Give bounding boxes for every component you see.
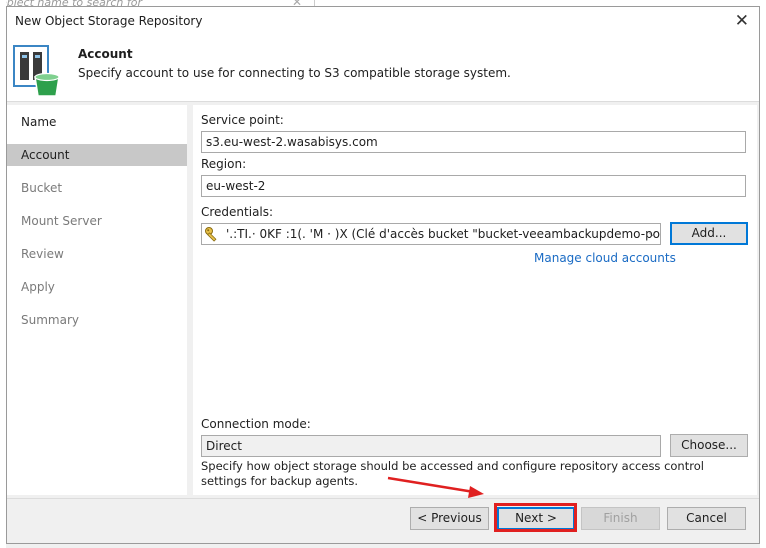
manage-cloud-accounts-link[interactable]: Manage cloud accounts — [534, 251, 676, 265]
credentials-dropdown[interactable]: '.:TI.· 0KF :1(. 'M · )X (Clé d'accès bu… — [201, 223, 661, 245]
connection-mode-description: Specify how object storage should be acc… — [201, 459, 704, 488]
connection-mode-input: Direct — [201, 435, 661, 457]
key-icon — [205, 227, 217, 242]
wizard-steps-nav: Name Account Bucket Mount Server Review … — [7, 105, 187, 495]
close-icon[interactable]: ✕ — [735, 11, 749, 31]
wizard-header: Account Specify account to use for conne… — [7, 35, 759, 102]
step-apply[interactable]: Apply — [7, 276, 187, 298]
footer-divider — [7, 498, 759, 499]
service-point-label: Service point: — [201, 113, 284, 127]
cancel-button[interactable]: Cancel — [667, 507, 746, 530]
step-review[interactable]: Review — [7, 243, 187, 265]
step-summary[interactable]: Summary — [7, 309, 187, 331]
background-right-edge — [760, 0, 766, 548]
step-name[interactable]: Name — [7, 111, 187, 133]
connection-mode-label: Connection mode: — [201, 417, 311, 431]
region-label: Region: — [201, 157, 247, 171]
chevron-down-icon[interactable]: ⌵ — [648, 224, 656, 244]
choose-connection-mode-button[interactable]: Choose... — [670, 434, 748, 457]
title-bar: New Object Storage Repository ✕ — [7, 7, 759, 35]
region-input[interactable]: eu-west-2 — [201, 175, 746, 197]
previous-button[interactable]: < Previous — [410, 507, 489, 530]
credentials-label: Credentials: — [201, 205, 274, 219]
finish-button: Finish — [581, 507, 660, 530]
service-point-input[interactable]: s3.eu-west-2.wasabisys.com — [201, 131, 746, 153]
object-storage-icon — [13, 45, 60, 97]
dialog-title: New Object Storage Repository — [15, 14, 203, 28]
new-object-storage-repository-dialog: New Object Storage Repository ✕ Account … — [6, 6, 760, 544]
next-button-highlight — [494, 503, 577, 532]
step-title: Account — [78, 47, 133, 61]
step-bucket[interactable]: Bucket — [7, 177, 187, 199]
step-subtitle: Specify account to use for connecting to… — [78, 66, 511, 80]
credentials-value: '.:TI.· 0KF :1(. 'M · )X (Clé d'accès bu… — [226, 227, 661, 241]
account-step-content: Service point: s3.eu-west-2.wasabisys.co… — [193, 105, 757, 495]
step-mount-server[interactable]: Mount Server — [7, 210, 187, 232]
step-account[interactable]: Account — [7, 144, 187, 166]
add-credentials-button[interactable]: Add... — [670, 222, 748, 245]
